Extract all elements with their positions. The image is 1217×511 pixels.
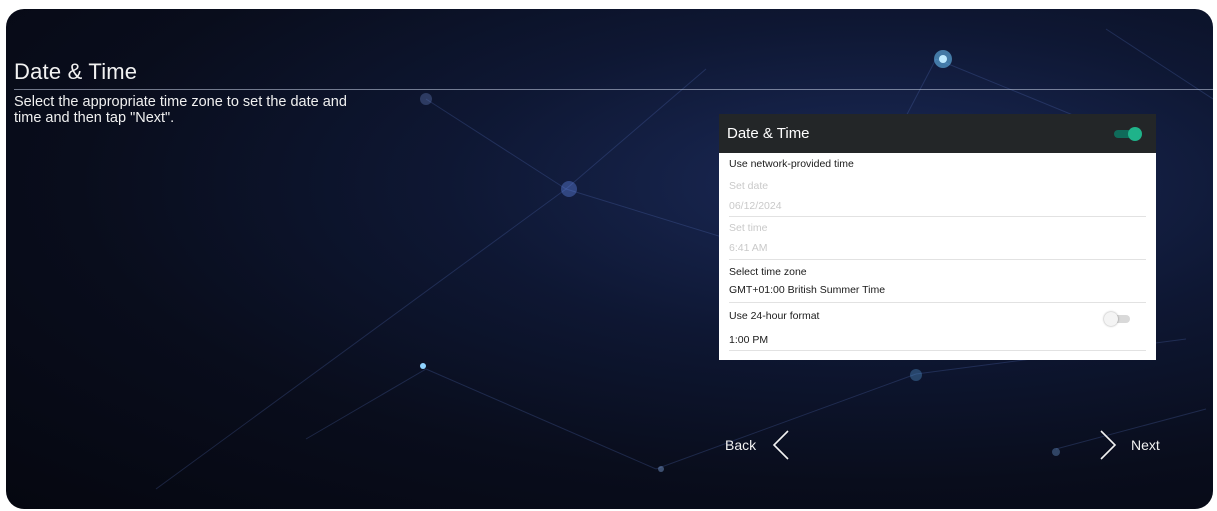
chevron-left-icon xyxy=(772,430,789,460)
panel-header: Date & Time xyxy=(719,114,1156,153)
set-date-value: 06/12/2024 xyxy=(729,200,782,212)
next-label: Next xyxy=(1131,437,1160,453)
format-24-sample: 1:00 PM xyxy=(729,334,769,346)
set-time-row: Set time 6:41 AM xyxy=(729,217,1146,260)
instructions-text: Select the appropriate time zone to set … xyxy=(14,94,347,126)
title-divider xyxy=(14,89,1213,90)
toggle-knob xyxy=(1128,126,1142,141)
back-label: Back xyxy=(725,437,757,453)
set-date-label: Set date xyxy=(729,180,769,192)
chevron-right-icon xyxy=(1100,430,1117,460)
time-zone-label: Select time zone xyxy=(729,266,807,278)
date-time-panel: Date & Time Use network-provided time Se… xyxy=(719,114,1156,360)
set-date-row: Set date 06/12/2024 xyxy=(729,174,1146,217)
page-title: Date & Time xyxy=(14,59,138,84)
time-zone-row[interactable]: Select time zone GMT+01:00 British Summe… xyxy=(729,260,1146,303)
date-time-toggle[interactable] xyxy=(1114,126,1142,141)
next-button[interactable]: Next xyxy=(1099,429,1160,461)
panel-title: Date & Time xyxy=(727,125,810,142)
format-24-row[interactable]: Use 24-hour format 1:00 PM xyxy=(729,303,1146,351)
time-zone-value: GMT+01:00 British Summer Time xyxy=(729,284,886,296)
back-button[interactable]: Back xyxy=(725,429,790,461)
format-24-toggle[interactable] xyxy=(1104,312,1132,326)
network-time-row[interactable]: Use network-provided time xyxy=(729,153,1146,174)
toggle-knob xyxy=(1104,312,1118,326)
format-24-label: Use 24-hour format xyxy=(729,310,820,322)
set-time-label: Set time xyxy=(729,222,768,234)
network-time-label: Use network-provided time xyxy=(729,158,854,170)
set-time-value: 6:41 AM xyxy=(729,242,768,254)
